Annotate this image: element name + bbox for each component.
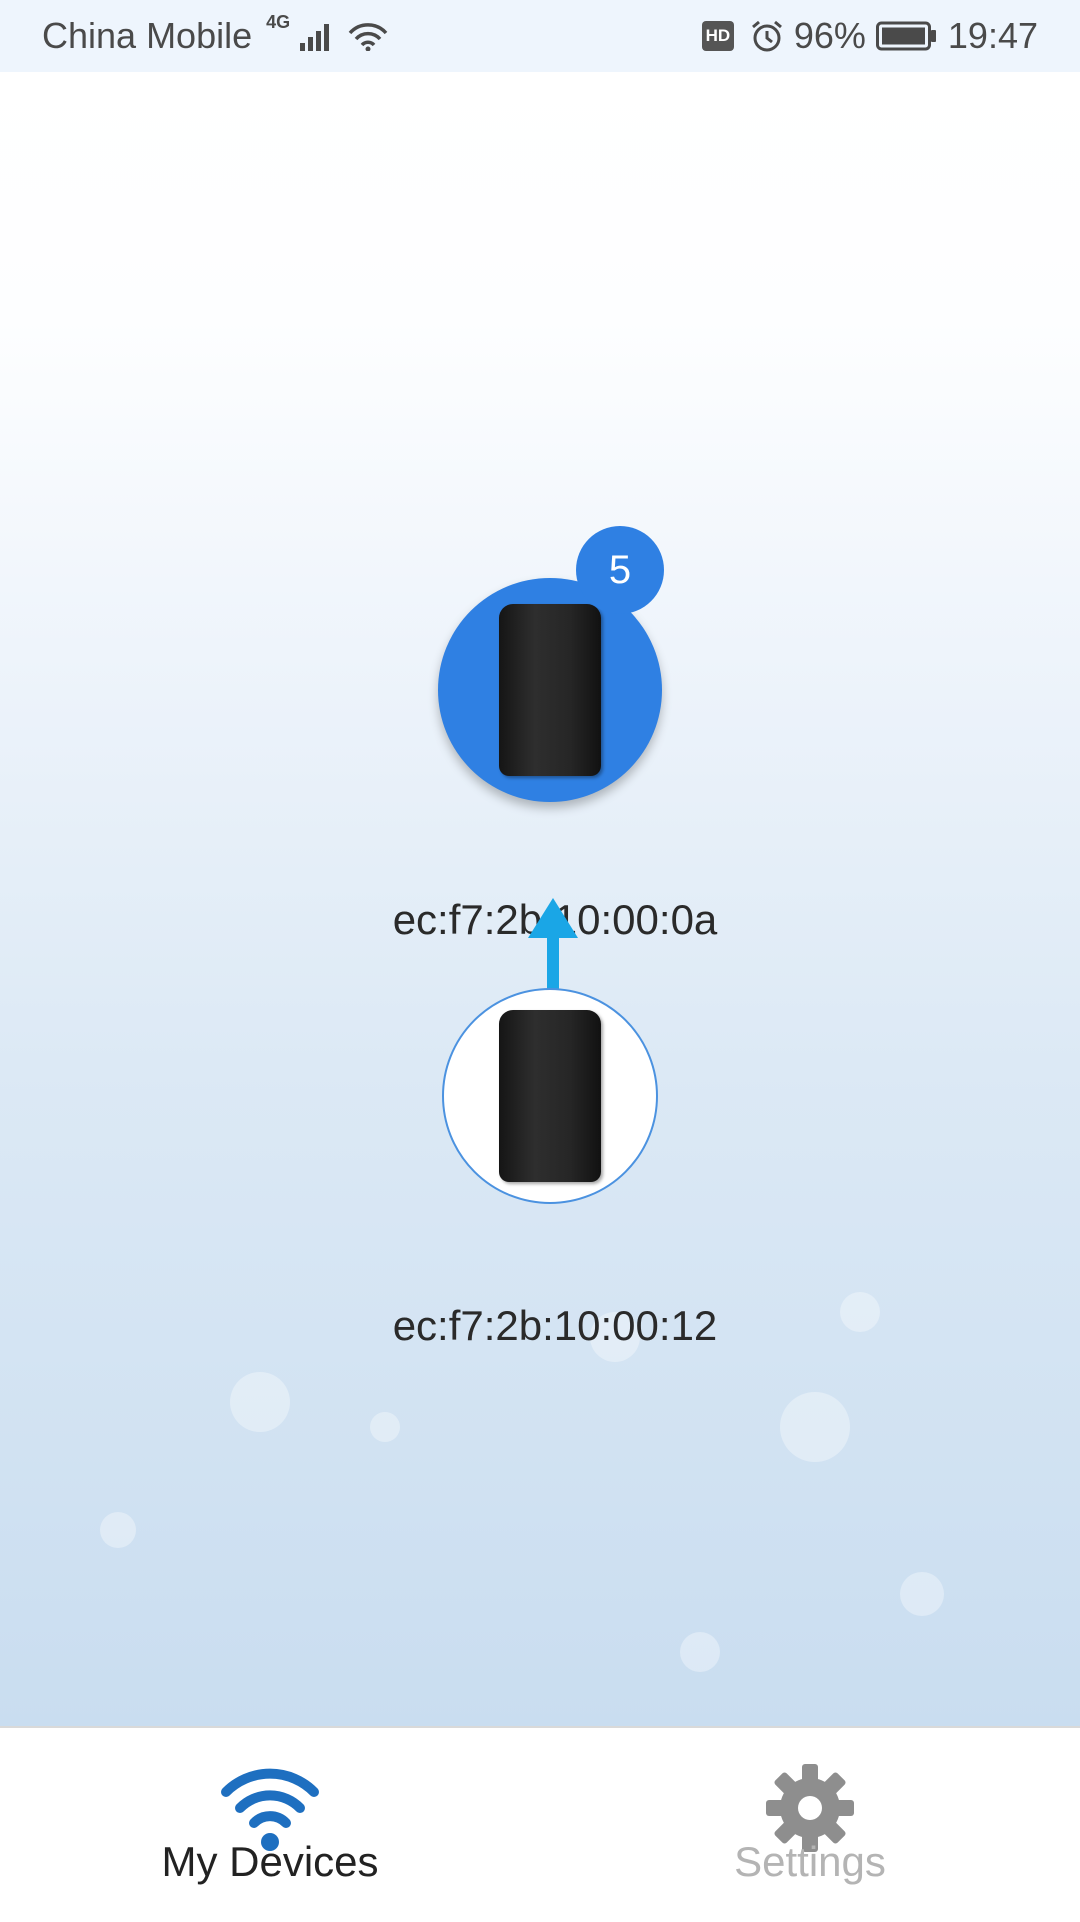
satellite-node-mac: ec:f7:2b:10:00:12 xyxy=(392,1302,718,1349)
carrier-label: China Mobile xyxy=(42,15,253,56)
uplink-arrow-icon xyxy=(528,898,578,992)
status-left: China Mobile 4G xyxy=(42,11,390,57)
wifi-status-icon xyxy=(348,23,388,51)
tab-my-devices[interactable]: My Devices xyxy=(120,1728,420,1922)
signal-icon xyxy=(300,24,330,51)
tab-settings-label: Settings xyxy=(734,1838,886,1885)
status-bar: China Mobile 4G HD 96% 19:47 xyxy=(0,0,1080,72)
background-bokeh xyxy=(900,1572,944,1616)
bottom-navigation: My Devices Settings xyxy=(0,1726,1080,1920)
background-bokeh xyxy=(780,1392,850,1462)
hd-badge: HD xyxy=(701,21,734,51)
background-bokeh xyxy=(370,1412,400,1442)
alarm-icon xyxy=(751,20,782,52)
client-count-badge: 5 xyxy=(576,526,664,614)
battery-icon xyxy=(875,21,936,51)
router-image xyxy=(499,1010,601,1182)
clock: 19:47 xyxy=(947,15,1038,56)
background-bokeh xyxy=(100,1512,136,1548)
tab-my-devices-label: My Devices xyxy=(161,1838,379,1885)
router-image xyxy=(499,604,601,776)
tab-settings[interactable]: Settings xyxy=(660,1728,960,1922)
network-type-label: 4G xyxy=(266,11,291,32)
battery-percent: 96% xyxy=(793,15,866,56)
status-right: HD 96% 19:47 xyxy=(701,15,1038,57)
background-bokeh xyxy=(230,1372,290,1432)
satellite-node[interactable] xyxy=(442,988,658,1204)
background-bokeh xyxy=(680,1632,720,1672)
